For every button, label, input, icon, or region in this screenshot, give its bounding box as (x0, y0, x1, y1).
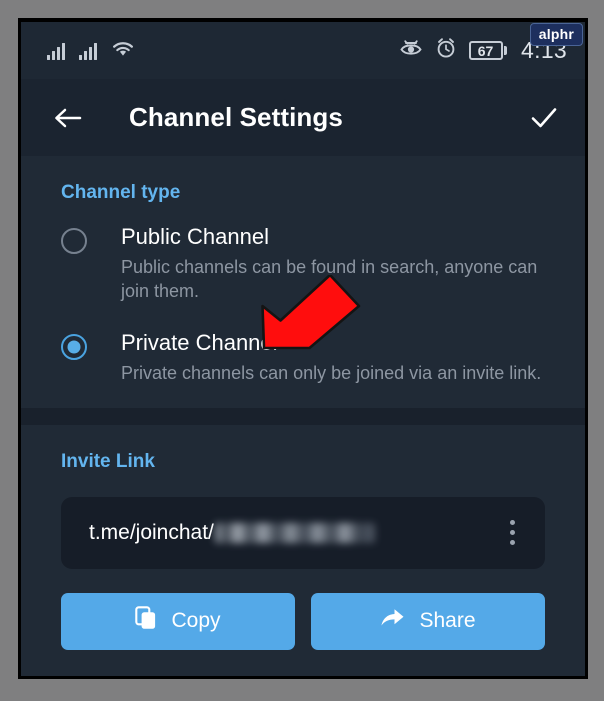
alarm-clock-icon (435, 37, 457, 64)
invite-link-actions: Copy Share (61, 592, 545, 650)
device-bezel: alphr 67 4:13 Channel Settings Channel t… (18, 18, 588, 679)
more-vertical-icon[interactable] (493, 510, 531, 556)
app-bar: Channel Settings (21, 79, 585, 156)
share-button[interactable]: Share (311, 592, 545, 650)
public-channel-label: Public Channel (121, 224, 269, 249)
channel-type-heading: Channel type (61, 182, 181, 203)
channel-type-section: Channel type Public Channel Public chann… (21, 156, 585, 386)
copy-icon (135, 606, 157, 636)
copy-button[interactable]: Copy (61, 592, 295, 650)
page-title: Channel Settings (129, 102, 343, 132)
radio-private-channel[interactable] (61, 333, 87, 360)
share-arrow-icon (380, 607, 405, 635)
invite-link-heading: Invite Link (61, 450, 155, 472)
public-channel-texts: Public Channel Public channels can be fo… (121, 224, 551, 304)
invite-link-field[interactable]: t.me/joinchat/ (61, 496, 545, 569)
share-button-label: Share (419, 609, 476, 633)
status-bar-left (47, 39, 135, 63)
device-frame: alphr 67 4:13 Channel Settings Channel t… (0, 0, 604, 701)
copy-button-label: Copy (171, 609, 221, 633)
public-channel-description: Public channels can be found in search, … (121, 257, 538, 302)
private-channel-option[interactable]: Private Channel Private channels can onl… (21, 304, 585, 386)
invite-link-redacted-token (214, 522, 375, 543)
eye-slash-icon (399, 38, 423, 63)
invite-link-value: t.me/joinchat/ (89, 521, 493, 545)
signal-bars-icon-2 (79, 42, 97, 60)
invite-link-prefix: t.me/joinchat/ (89, 520, 214, 544)
section-divider (21, 407, 585, 425)
phone-screen: alphr 67 4:13 Channel Settings Channel t… (21, 22, 585, 676)
radio-public-channel[interactable] (61, 228, 87, 254)
private-channel-description: Private channels can only be joined via … (121, 363, 542, 384)
settings-content: Channel type Public Channel Public chann… (21, 156, 585, 676)
battery-indicator: 67 (468, 41, 508, 60)
back-arrow-icon[interactable] (51, 101, 85, 135)
status-bar: 67 4:13 (21, 22, 585, 79)
signal-bars-icon (47, 42, 65, 60)
alphr-watermark: alphr (529, 23, 583, 46)
public-channel-option[interactable]: Public Channel Public channels can be fo… (21, 208, 585, 304)
wifi-icon (111, 39, 135, 63)
check-icon[interactable] (527, 101, 561, 135)
invite-link-section: Invite Link t.me/joinchat/ Copy Share (21, 424, 585, 650)
battery-level-label: 67 (477, 42, 494, 59)
private-channel-label: Private Channel (121, 329, 278, 355)
private-channel-texts: Private Channel Private channels can onl… (121, 330, 541, 386)
